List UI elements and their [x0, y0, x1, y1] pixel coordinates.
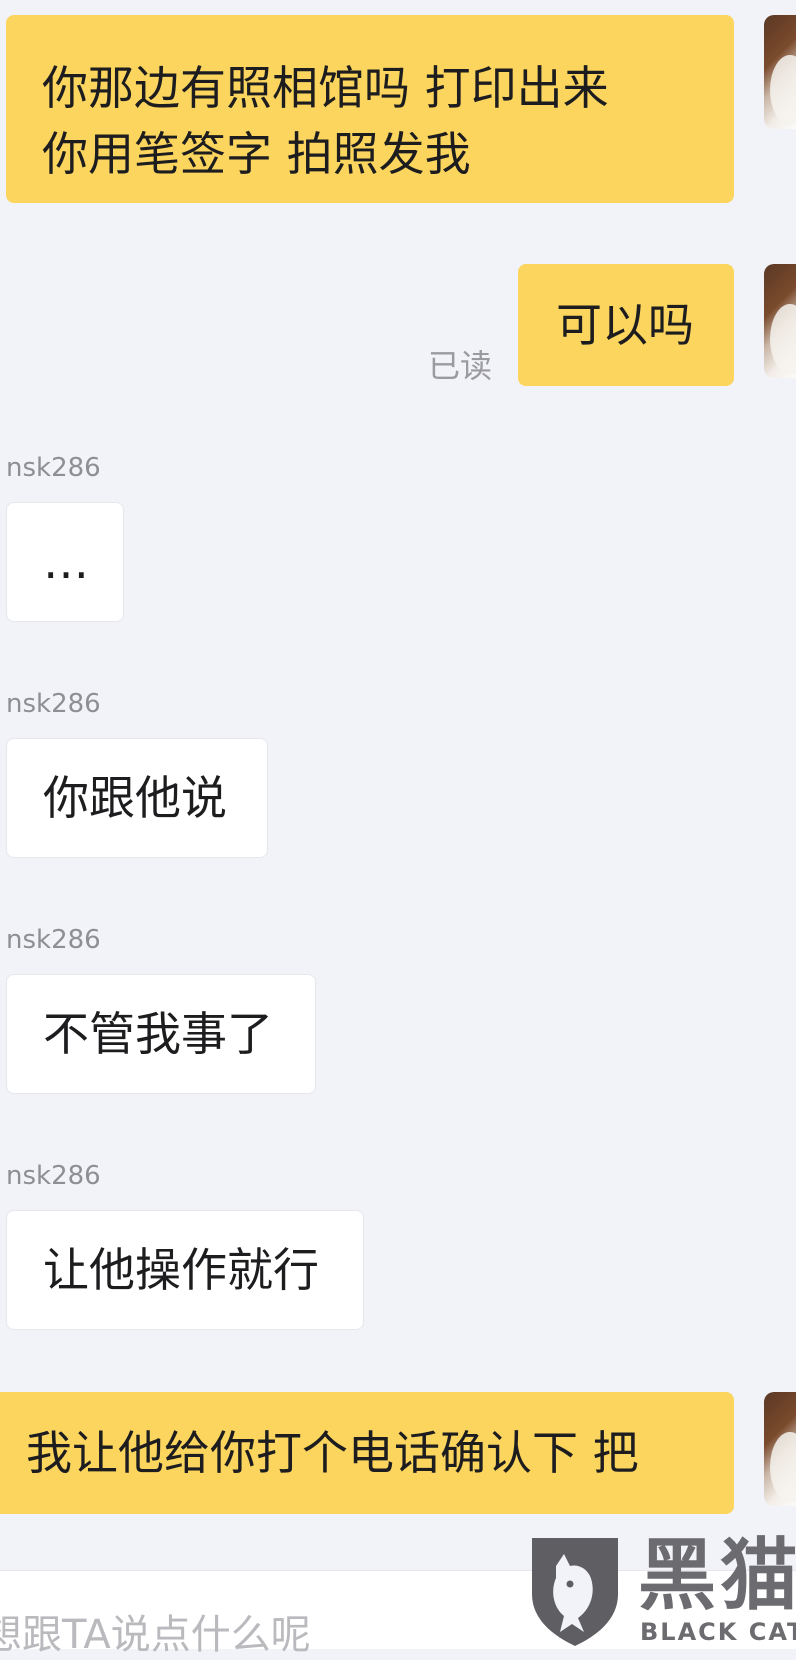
- blackcat-watermark: 黑猫 BLACK CAT: [526, 1532, 796, 1648]
- message-text: 不管我事了: [43, 1007, 273, 1061]
- other-message-bubble[interactable]: 你跟他说: [6, 738, 268, 858]
- message-text: 让他操作就行: [43, 1243, 319, 1297]
- other-message-bubble[interactable]: 让他操作就行: [6, 1210, 364, 1330]
- message-input-placeholder[interactable]: 想跟TA说点什么呢: [0, 1610, 311, 1660]
- message-text-line: 你用笔签字 拍照发我: [42, 127, 471, 181]
- my-avatar[interactable]: [764, 264, 796, 378]
- watermark-text-cn: 黑猫: [638, 1531, 796, 1621]
- sender-name: nsk286: [6, 453, 101, 483]
- message-text: …: [43, 535, 89, 589]
- my-message-bubble[interactable]: 你那边有照相馆吗 打印出来 你用笔签字 拍照发我: [6, 15, 734, 203]
- sender-name: nsk286: [6, 1161, 101, 1191]
- sender-name: nsk286: [6, 925, 101, 955]
- message-text-line: 你那边有照相馆吗 打印出来: [42, 61, 609, 115]
- blackcat-logo-icon: [532, 1538, 618, 1646]
- other-message-bubble[interactable]: 不管我事了: [6, 974, 316, 1094]
- read-status: 已读: [428, 347, 493, 385]
- my-message-bubble[interactable]: 我让他给你打个电话确认下 把: [0, 1392, 734, 1514]
- message-text: 我让他给你打个电话确认下 把: [26, 1426, 639, 1480]
- my-avatar[interactable]: [764, 15, 796, 129]
- watermark-text-en: BLACK CAT: [640, 1618, 796, 1646]
- sender-name: nsk286: [6, 689, 101, 719]
- message-text: 可以吗: [556, 298, 694, 352]
- my-message-bubble[interactable]: 可以吗: [518, 264, 734, 386]
- my-avatar[interactable]: [764, 1392, 796, 1506]
- message-text: 你跟他说: [43, 771, 227, 825]
- other-message-bubble[interactable]: …: [6, 502, 124, 622]
